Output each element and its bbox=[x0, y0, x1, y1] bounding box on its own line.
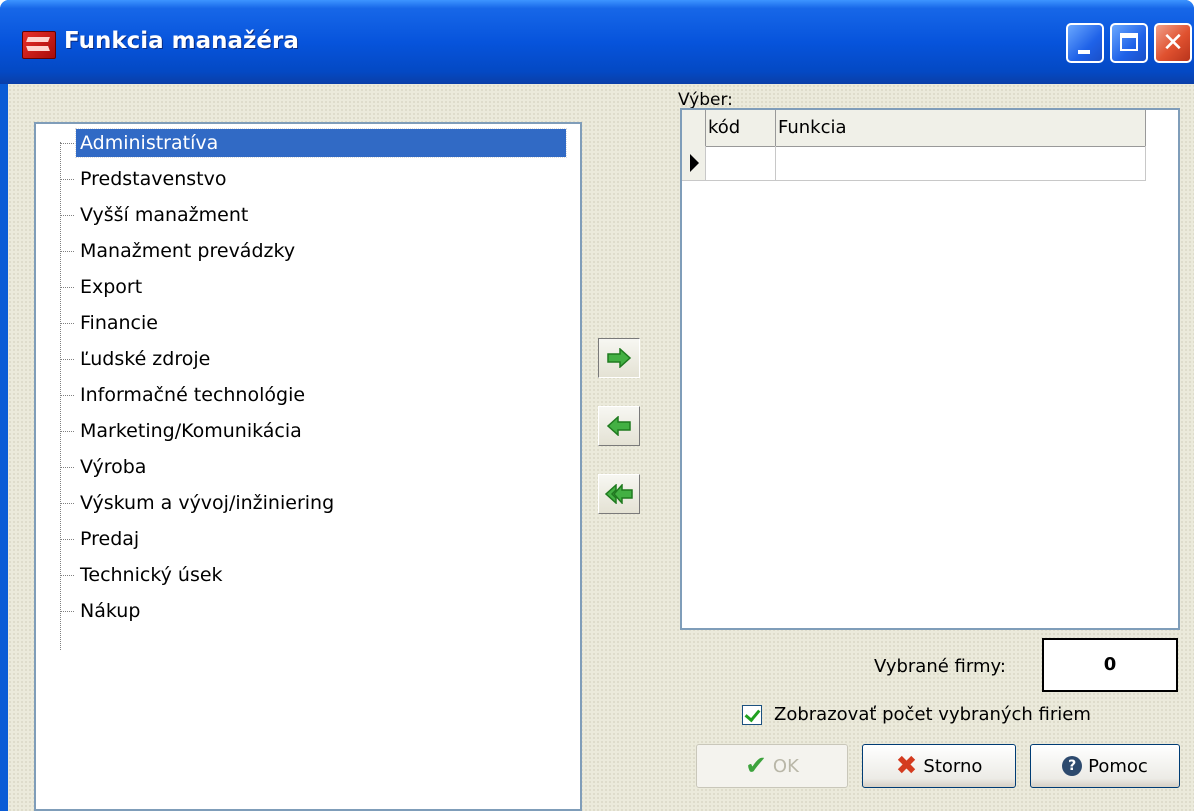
tree-item-label[interactable]: Výroba bbox=[76, 453, 150, 481]
tree-connector bbox=[60, 574, 74, 576]
tree-item-label[interactable]: Technický úsek bbox=[76, 561, 227, 589]
tree-connector bbox=[60, 394, 74, 396]
tree-connector bbox=[60, 250, 74, 252]
tree-connector bbox=[60, 358, 74, 360]
tree-item-label[interactable]: Marketing/Komunikácia bbox=[76, 417, 306, 445]
remove-selected-button[interactable] bbox=[598, 406, 640, 446]
tree-connector bbox=[60, 142, 74, 144]
remove-all-button[interactable] bbox=[598, 474, 640, 514]
tree-item-label[interactable]: Vyšší manažment bbox=[76, 201, 252, 229]
maximize-icon bbox=[1120, 33, 1138, 51]
red-x-icon: ✖ bbox=[895, 751, 918, 781]
tree-connector bbox=[60, 214, 74, 216]
tree-connector bbox=[60, 178, 74, 180]
dialog-client-area: Administratíva Predstavenstvo Vyšší manažm… bbox=[8, 84, 1194, 811]
tree-item[interactable]: Informačné technológie bbox=[60, 378, 309, 412]
minimize-button[interactable] bbox=[1066, 23, 1104, 63]
help-icon: ? bbox=[1062, 756, 1083, 776]
close-button[interactable]: ✕ bbox=[1154, 23, 1192, 63]
cell-function[interactable] bbox=[776, 146, 1146, 180]
selection-label: Výber: bbox=[678, 90, 733, 110]
tree-connector bbox=[60, 466, 74, 468]
help-button-label: Pomoc bbox=[1088, 755, 1148, 777]
tree-item[interactable]: Nákup bbox=[60, 594, 144, 628]
cancel-button[interactable]: ✖ Storno bbox=[862, 744, 1016, 788]
tree-item-label[interactable]: Manažment prevádzky bbox=[76, 237, 299, 265]
cell-code[interactable] bbox=[706, 146, 776, 180]
tree-item[interactable]: Predaj bbox=[60, 522, 143, 556]
tree-item-label[interactable]: Informačné technológie bbox=[76, 381, 309, 409]
grid-column-code[interactable]: kód bbox=[706, 110, 776, 146]
minimize-icon bbox=[1078, 50, 1090, 54]
tree-connector bbox=[60, 322, 74, 324]
function-tree[interactable]: Administratíva Predstavenstvo Vyšší manažm… bbox=[34, 122, 582, 811]
tree-item[interactable]: Manažment prevádzky bbox=[60, 234, 299, 268]
tree-item[interactable]: Predstavenstvo bbox=[60, 162, 230, 196]
tree-item-label[interactable]: Predaj bbox=[76, 525, 143, 553]
tree-connector bbox=[60, 430, 74, 432]
maximize-button[interactable] bbox=[1110, 23, 1148, 63]
show-count-checkbox[interactable] bbox=[742, 704, 762, 725]
add-selected-button[interactable] bbox=[598, 338, 640, 378]
selection-grid[interactable]: kód Funkcia bbox=[680, 108, 1180, 630]
tree-item-label[interactable]: Predstavenstvo bbox=[76, 165, 230, 193]
tree-connector bbox=[60, 610, 74, 612]
dialog-window: Funkcia manažéra ✕ Administratíva Predsta… bbox=[0, 0, 1194, 811]
tree-connector bbox=[60, 286, 74, 288]
double-arrow-left-icon bbox=[604, 484, 633, 504]
selected-firms-count: 0 bbox=[1042, 638, 1178, 692]
tree-item-label[interactable]: Administratíva bbox=[75, 128, 567, 158]
tree-item[interactable]: Výroba bbox=[60, 450, 150, 484]
ok-button-label: OK bbox=[772, 755, 799, 777]
tree-item-label[interactable]: Výskum a vývoj/inžiniering bbox=[76, 489, 338, 517]
row-pointer-icon bbox=[690, 154, 699, 172]
tree-item[interactable]: Ľudské zdroje bbox=[60, 342, 214, 376]
app-logo-icon bbox=[22, 31, 56, 59]
tree-item-label[interactable]: Nákup bbox=[76, 597, 144, 625]
tree-item[interactable]: Technický úsek bbox=[60, 558, 227, 592]
grid-column-function[interactable]: Funkcia bbox=[776, 110, 1146, 146]
tree-item[interactable]: Export bbox=[60, 270, 146, 304]
check-icon: ✔ bbox=[745, 751, 767, 781]
tree-item-label[interactable]: Export bbox=[76, 273, 146, 301]
selected-firms-label: Vybrané firmy: bbox=[874, 656, 1006, 677]
tree-item[interactable]: Financie bbox=[60, 306, 162, 340]
tree-connector bbox=[60, 538, 74, 540]
help-button[interactable]: ? Pomoc bbox=[1030, 744, 1180, 788]
ok-button[interactable]: ✔ OK bbox=[696, 744, 848, 788]
tree-item[interactable]: Marketing/Komunikácia bbox=[60, 414, 306, 448]
tree-item[interactable]: Vyšší manažment bbox=[60, 198, 252, 232]
arrow-left-icon bbox=[606, 416, 631, 436]
tree-item-label[interactable]: Ľudské zdroje bbox=[76, 345, 214, 373]
row-indicator bbox=[682, 146, 706, 180]
close-icon: ✕ bbox=[1162, 28, 1184, 58]
cancel-button-label: Storno bbox=[923, 755, 983, 777]
tree-item[interactable]: Administratíva bbox=[60, 126, 567, 160]
tree-connector bbox=[60, 502, 74, 504]
arrow-right-icon bbox=[607, 348, 632, 368]
show-count-label[interactable]: Zobrazovať počet vybraných firiem bbox=[774, 704, 1091, 725]
window-title: Funkcia manažéra bbox=[64, 28, 299, 54]
show-count-checkbox-row[interactable]: Zobrazovať počet vybraných firiem bbox=[742, 704, 1091, 725]
table-row[interactable] bbox=[682, 146, 1146, 181]
tree-item-label[interactable]: Financie bbox=[76, 309, 162, 337]
grid-header: kód Funkcia bbox=[682, 110, 1146, 147]
tree-item[interactable]: Výskum a vývoj/inžiniering bbox=[60, 486, 338, 520]
grid-indicator-header bbox=[682, 110, 706, 146]
title-bar[interactable]: Funkcia manažéra ✕ bbox=[0, 0, 1194, 84]
